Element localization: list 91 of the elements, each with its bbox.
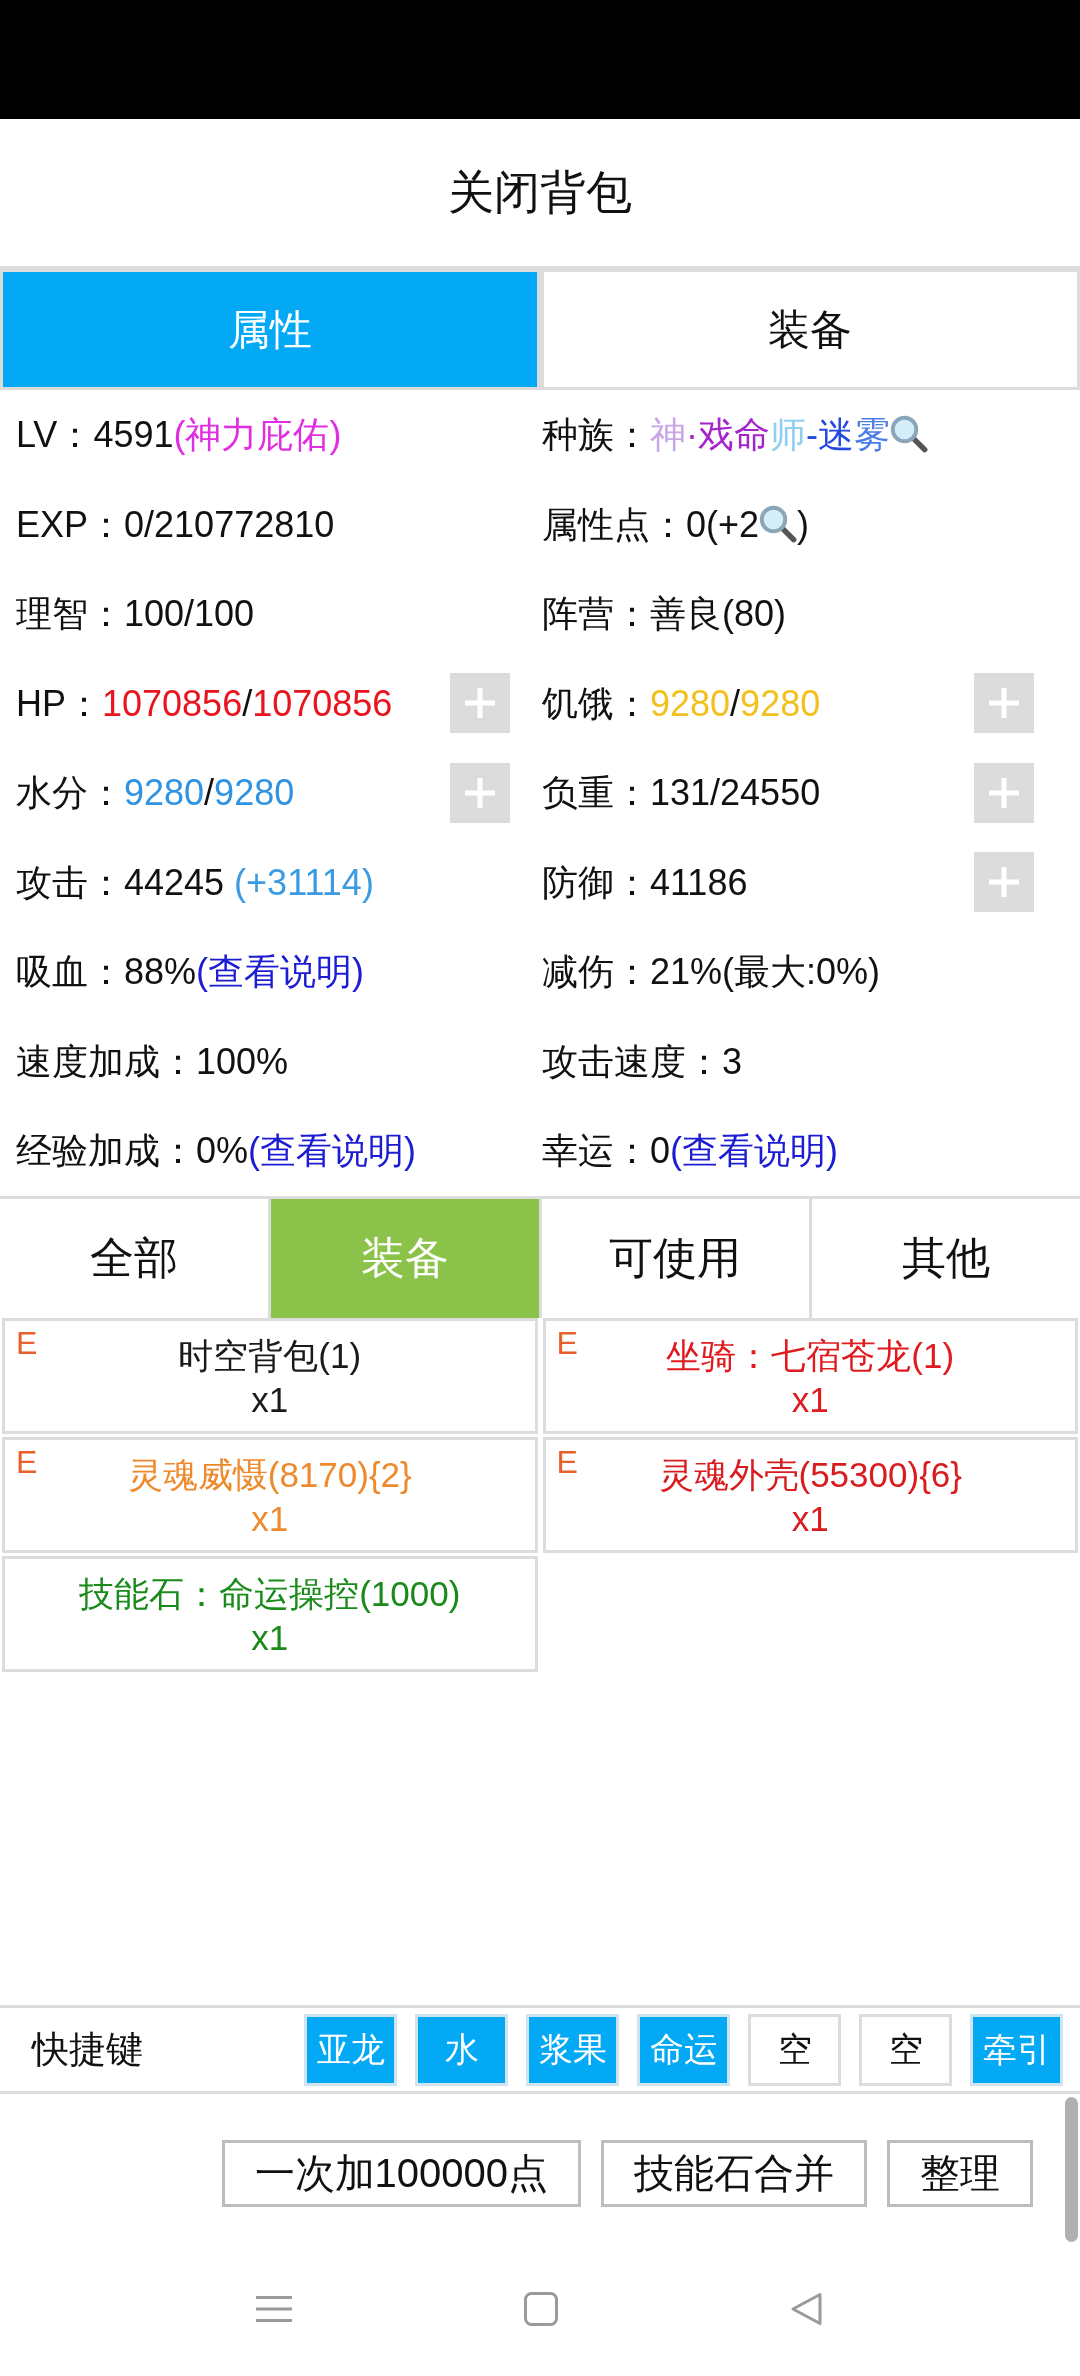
filter-tab[interactable]: 可使用 [541, 1199, 810, 1318]
shortcut-key[interactable]: 空 [859, 2013, 952, 2086]
stat-value: 1070856 [102, 682, 243, 724]
item-count: x1 [251, 1617, 289, 1659]
stat-value: 100/100 [124, 593, 255, 635]
item-card[interactable]: E 时空背包(1) x1 [2, 1318, 538, 1434]
stat-value: 4591 [93, 414, 174, 456]
stat-value: 0(+2 [686, 503, 760, 545]
item-tag: E [16, 1323, 38, 1363]
search-icon[interactable] [759, 504, 798, 543]
stat-label: 幸运： [542, 1130, 650, 1172]
item-tag: E [556, 1323, 578, 1363]
stat-value: 44245 [124, 861, 225, 903]
item-count: x1 [251, 1498, 289, 1540]
stat-value: 100% [196, 1040, 289, 1082]
item-count: x1 [251, 1379, 289, 1421]
filter-tab[interactable]: 全部 [0, 1199, 268, 1318]
stat-value: 9280 [124, 772, 205, 814]
stat-label: 负重： [542, 772, 650, 814]
stat-value: 9280 [214, 772, 295, 814]
item-name: 技能石：命运操控(1000) [79, 1573, 461, 1615]
stat-label: 防御： [542, 861, 650, 903]
stat-value: 21%(最大:0%) [650, 951, 881, 993]
stat-value: 9280 [740, 682, 821, 724]
stat-value: 9280 [650, 682, 731, 724]
action-button[interactable]: 技能石合并 [601, 2140, 867, 2207]
stat-value: 88% [124, 951, 197, 993]
item-card[interactable]: 技能石：命运操控(1000) x1 [2, 1556, 538, 1672]
stat-label: EXP： [16, 503, 125, 545]
action-button[interactable]: 整理 [887, 2140, 1033, 2207]
plus-icon [989, 777, 1019, 808]
stat-value: ) [797, 503, 810, 545]
plus-icon [989, 867, 1019, 898]
stat-value: ·戏命 [686, 414, 770, 456]
stat-value: / [242, 682, 253, 724]
filter-tab[interactable]: 其他 [812, 1199, 1080, 1318]
item-count: x1 [791, 1379, 829, 1421]
stat-label: 吸血： [16, 951, 124, 993]
tab[interactable]: 装备 [543, 272, 1077, 387]
square-icon[interactable] [524, 2292, 558, 2326]
item-card[interactable]: E 坐骑：七宿苍龙(1) x1 [542, 1318, 1078, 1434]
help-link[interactable]: (查看说明) [670, 1130, 838, 1172]
stat-value: 师 [770, 414, 806, 456]
stat-value: 雾 [854, 414, 890, 456]
stat-label: LV： [16, 414, 94, 456]
help-link[interactable]: (查看说明) [248, 1130, 416, 1172]
stat-value: 131/24550 [650, 772, 821, 814]
back-icon[interactable] [790, 2292, 824, 2326]
stat-label: 水分： [16, 772, 124, 814]
stat-value: 善良(80) [650, 593, 787, 635]
stat-label: 速度加成： [16, 1040, 196, 1082]
item-name: 灵魂威慑(8170){2} [127, 1454, 412, 1496]
stat-label: 饥饿： [542, 682, 650, 724]
stat-value: / [204, 772, 215, 814]
stat-value: 0% [196, 1130, 249, 1172]
item-name: 坐骑：七宿苍龙(1) [666, 1335, 955, 1377]
plus-icon [989, 688, 1019, 719]
menu-icon[interactable] [256, 2296, 292, 2322]
stat-value: (神力庇佑) [173, 414, 342, 456]
help-link[interactable]: (查看说明) [196, 951, 365, 993]
stat-value: 0/210772810 [124, 503, 335, 545]
plus-icon [465, 688, 495, 719]
shortcut-key[interactable]: 空 [748, 2013, 841, 2086]
stat-value: 神 [650, 414, 686, 456]
stat-value: 1070856 [252, 682, 393, 724]
plus-icon [465, 777, 495, 808]
stat-value: / [730, 682, 741, 724]
shortcut-label: 快捷键 [32, 2027, 143, 2072]
stat-value: 41186 [650, 861, 748, 903]
action-button[interactable]: 一次加100000点 [221, 2140, 581, 2207]
item-tag: E [16, 1442, 38, 1482]
close-bag-button[interactable]: 关闭背包 [440, 164, 640, 221]
item-count: x1 [791, 1498, 829, 1540]
stat-label: 阵营： [542, 593, 650, 635]
stat-value: 0 [650, 1130, 671, 1172]
item-name: 时空背包(1) [178, 1335, 362, 1377]
stat-label: 理智： [16, 593, 124, 635]
item-tag: E [556, 1442, 578, 1482]
stat-value: (+31114) [233, 861, 374, 903]
stat-value: -迷 [806, 414, 854, 456]
stat-label: 攻击速度： [542, 1040, 722, 1082]
stat-label: 攻击： [16, 861, 124, 903]
stat-label: 属性点： [542, 503, 686, 545]
stat-label: 减伤： [542, 951, 650, 993]
item-name: 灵魂外壳(55300){6} [658, 1454, 962, 1496]
stat-label: HP： [16, 682, 102, 724]
stat-label: 种族： [542, 414, 650, 456]
search-icon[interactable] [890, 415, 928, 454]
stat-value: 3 [722, 1040, 743, 1082]
stat-label: 经验加成： [16, 1130, 196, 1172]
item-card[interactable]: E 灵魂外壳(55300){6} x1 [542, 1437, 1078, 1553]
